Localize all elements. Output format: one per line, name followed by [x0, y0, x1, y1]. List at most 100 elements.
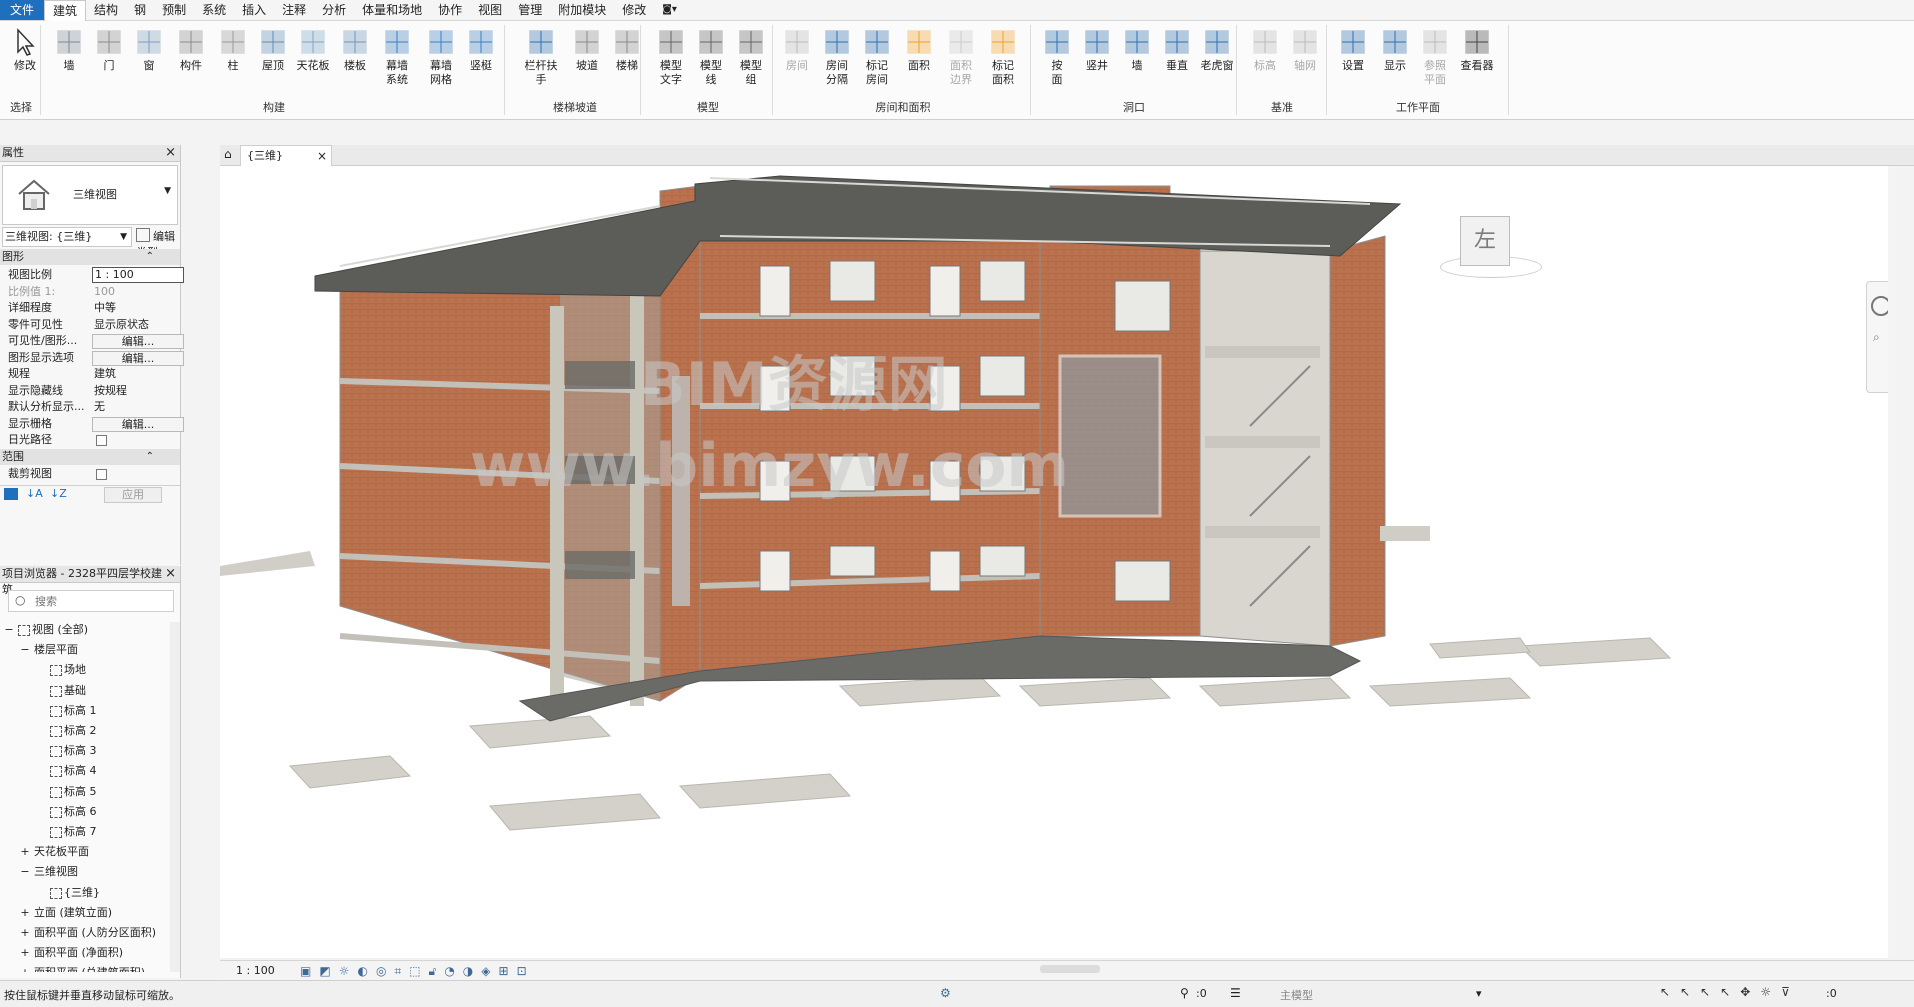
menu-10[interactable]: 协作: [430, 0, 470, 20]
visual-style-icon[interactable]: ◩: [319, 964, 330, 979]
temp-hide-icon[interactable]: ◔: [444, 964, 454, 979]
menu-12[interactable]: 管理: [510, 0, 550, 20]
select-links-icon[interactable]: ↖: [1660, 985, 1670, 999]
crop-icon[interactable]: ⌗: [394, 964, 401, 979]
menu-2[interactable]: 结构: [86, 0, 126, 20]
column-button[interactable]: 柱: [212, 25, 254, 95]
area-button[interactable]: 面积: [898, 25, 940, 95]
window-button[interactable]: 窗: [128, 25, 170, 95]
stair-button[interactable]: 楼梯: [606, 25, 648, 95]
mullion-button[interactable]: 竖梃: [460, 25, 502, 95]
horizontal-scrollbar[interactable]: [1040, 965, 1100, 973]
property-value[interactable]: 1 : 100: [92, 267, 184, 283]
menu-4[interactable]: 预制: [154, 0, 194, 20]
edit-button[interactable]: 编辑...: [92, 416, 184, 432]
show-button[interactable]: 显示: [1374, 25, 1416, 95]
reveal-icon[interactable]: ◑: [463, 964, 473, 979]
floor-button[interactable]: 楼板: [334, 25, 376, 95]
curtain-grid-button[interactable]: 幕墙 网格: [420, 25, 462, 95]
viewer-button[interactable]: 查看器: [1456, 25, 1498, 95]
edit-button[interactable]: 编辑...: [92, 334, 184, 349]
expand-icon[interactable]: +: [20, 965, 30, 972]
section-extent[interactable]: 范围 ⌃: [0, 449, 180, 465]
ceiling-button[interactable]: 天花板: [292, 25, 334, 95]
search-box[interactable]: ○: [8, 590, 174, 612]
expand-icon[interactable]: +: [20, 945, 30, 961]
level-button[interactable]: 标高: [1244, 25, 1286, 95]
menu-0[interactable]: 文件: [0, 0, 45, 20]
zoom-icon[interactable]: ⌕: [1873, 330, 1880, 345]
collapse-icon[interactable]: −: [20, 642, 30, 658]
expand-icon[interactable]: +: [20, 925, 30, 941]
search-input[interactable]: [33, 593, 167, 609]
instance-selector[interactable]: 三维视图: {三维} ▼: [2, 227, 132, 247]
door-button[interactable]: 门: [88, 25, 130, 95]
close-icon[interactable]: ×: [165, 566, 176, 582]
by-face-button[interactable]: 按 面: [1036, 25, 1078, 95]
menu-13[interactable]: 附加模块: [550, 0, 614, 20]
model-line-button[interactable]: 模型 线: [690, 25, 732, 95]
wall-opening-button[interactable]: 墙: [1116, 25, 1158, 95]
contextual-tab-icon[interactable]: ◙▾: [654, 0, 685, 20]
background-process-icon[interactable]: ☼: [1760, 985, 1771, 999]
viewcube-face[interactable]: 左: [1460, 216, 1510, 266]
ref-plane-button[interactable]: 参照 平面: [1414, 25, 1456, 95]
shadows-icon[interactable]: ◐: [357, 964, 367, 979]
tag-room-button[interactable]: 标记 房间: [856, 25, 898, 95]
design-options-icon[interactable]: ☰: [1230, 986, 1241, 1000]
area-boundary-button[interactable]: 面积 边界: [940, 25, 982, 95]
select-underlay-icon[interactable]: ↖: [1680, 985, 1690, 999]
chevron-down-icon[interactable]: ▾: [1476, 987, 1482, 1000]
view-scrollbar[interactable]: [1888, 166, 1896, 958]
home-icon[interactable]: ⌂: [224, 147, 232, 161]
expand-icon[interactable]: +: [20, 844, 30, 860]
menu-6[interactable]: 插入: [234, 0, 274, 20]
select-face-icon[interactable]: ↖: [1720, 985, 1730, 999]
model-text-button[interactable]: 模型 文字: [650, 25, 692, 95]
type-selector[interactable]: 三维视图 ▼: [2, 165, 178, 225]
unlock-icon[interactable]: 🔓︎: [429, 964, 437, 979]
component-button[interactable]: 构件: [170, 25, 212, 95]
render-icon[interactable]: ◎: [376, 964, 386, 979]
viewcube[interactable]: 左: [1430, 216, 1542, 286]
sort-desc-icon[interactable]: ↓Z: [50, 487, 67, 500]
tab-3d-view[interactable]: {三维} ×: [240, 145, 332, 166]
curtain-system-button[interactable]: 幕墙 系统: [376, 25, 418, 95]
apply-button[interactable]: 应用: [104, 487, 162, 503]
worksharing-icon[interactable]: ◈: [481, 964, 490, 979]
checkbox[interactable]: [96, 435, 107, 446]
analytic-icon[interactable]: ⊞: [499, 964, 509, 979]
menu-9[interactable]: 体量和场地: [354, 0, 430, 20]
3d-viewport[interactable]: BIM资源网 www.bimzyw.com 左 ⌕: [220, 166, 1896, 958]
active-model[interactable]: 主模型: [1280, 987, 1313, 1003]
set-button[interactable]: 设置: [1332, 25, 1374, 95]
grid-button[interactable]: 轴网: [1284, 25, 1326, 95]
collapse-icon[interactable]: −: [20, 864, 30, 880]
collapse-icon[interactable]: −: [4, 622, 14, 638]
select-pinned-icon[interactable]: ↖: [1700, 985, 1710, 999]
tag-area-button[interactable]: 标记 面积: [982, 25, 1024, 95]
menu-5[interactable]: 系统: [194, 0, 234, 20]
shaft-button[interactable]: 竖井: [1076, 25, 1118, 95]
checkbox[interactable]: [96, 469, 107, 480]
detail-level-icon[interactable]: ▣: [300, 964, 311, 979]
close-icon[interactable]: ×: [317, 146, 327, 166]
menu-7[interactable]: 注释: [274, 0, 314, 20]
sort-icon[interactable]: [4, 488, 18, 500]
filter-icon[interactable]: ⊽: [1781, 985, 1790, 999]
ramp-button[interactable]: 坡道: [566, 25, 608, 95]
menu-3[interactable]: 钢: [126, 0, 154, 20]
sun-path-icon[interactable]: ☼: [339, 964, 350, 979]
menu-11[interactable]: 视图: [470, 0, 510, 20]
worksets-icon[interactable]: ⚙: [940, 986, 951, 1000]
constraints-icon[interactable]: ⊡: [517, 964, 527, 979]
view-scale[interactable]: 1 : 100: [236, 964, 275, 977]
vertical-button[interactable]: 垂直: [1156, 25, 1198, 95]
railing-button[interactable]: 栏杆扶手: [520, 25, 562, 95]
close-icon[interactable]: ×: [165, 145, 176, 161]
pin-icon[interactable]: ⚲: [1180, 986, 1189, 1000]
sort-asc-icon[interactable]: ↓A: [26, 487, 43, 500]
section-graphics[interactable]: 图形 ⌃: [0, 249, 180, 265]
drag-select-icon[interactable]: ✥: [1740, 985, 1750, 999]
crop-region-icon[interactable]: ⬚: [409, 964, 420, 979]
